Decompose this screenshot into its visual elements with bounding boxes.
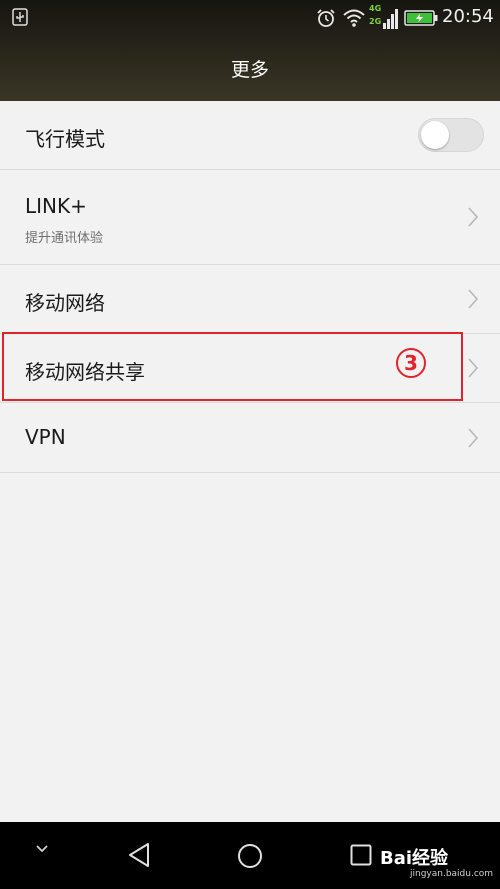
settings-list: 飞行模式 LINK+ 提升通讯体验 移动网络 移动网络共享 VPN [0, 101, 500, 473]
usb-icon [12, 8, 28, 26]
annotation-highlight-box [2, 332, 463, 401]
battery-icon [404, 10, 438, 26]
airplane-mode-row[interactable]: 飞行模式 [0, 101, 500, 170]
alarm-icon [317, 9, 335, 27]
annotation-step-marker: 3 [396, 348, 426, 378]
watermark-brand: Bai经验 [380, 848, 449, 869]
chevron-right-icon [468, 289, 479, 309]
mobile-network-row[interactable]: 移动网络 [0, 265, 500, 334]
chevron-right-icon [468, 428, 479, 448]
header: 4G 2G 20:54 更多 [0, 0, 500, 101]
network-type-top: 4G [369, 4, 382, 13]
watermark-url: jingyan.baidu.com [410, 869, 494, 879]
back-icon[interactable] [127, 842, 151, 868]
status-time: 20:54 [442, 6, 494, 27]
chevron-down-icon[interactable] [35, 844, 49, 854]
toggle-knob [421, 121, 449, 149]
page-title: 更多 [230, 59, 269, 81]
chevron-right-icon [468, 358, 479, 378]
vpn-label: VPN [25, 425, 66, 449]
link-plus-subtitle: 提升通讯体验 [25, 231, 104, 246]
mobile-network-label: 移动网络 [25, 291, 105, 315]
chevron-right-icon [468, 207, 479, 227]
link-plus-row[interactable]: LINK+ 提升通讯体验 [0, 170, 500, 265]
signal-icon: 4G 2G [369, 4, 399, 30]
status-bar: 4G 2G 20:54 [0, 0, 500, 36]
wifi-icon [343, 9, 365, 27]
home-icon[interactable] [237, 843, 263, 869]
recents-icon[interactable] [350, 844, 372, 866]
network-type-bottom: 2G [369, 17, 382, 26]
link-plus-label: LINK+ [25, 194, 87, 218]
airplane-mode-label: 飞行模式 [25, 127, 105, 151]
airplane-mode-toggle[interactable] [418, 118, 484, 152]
vpn-row[interactable]: VPN [0, 403, 500, 473]
